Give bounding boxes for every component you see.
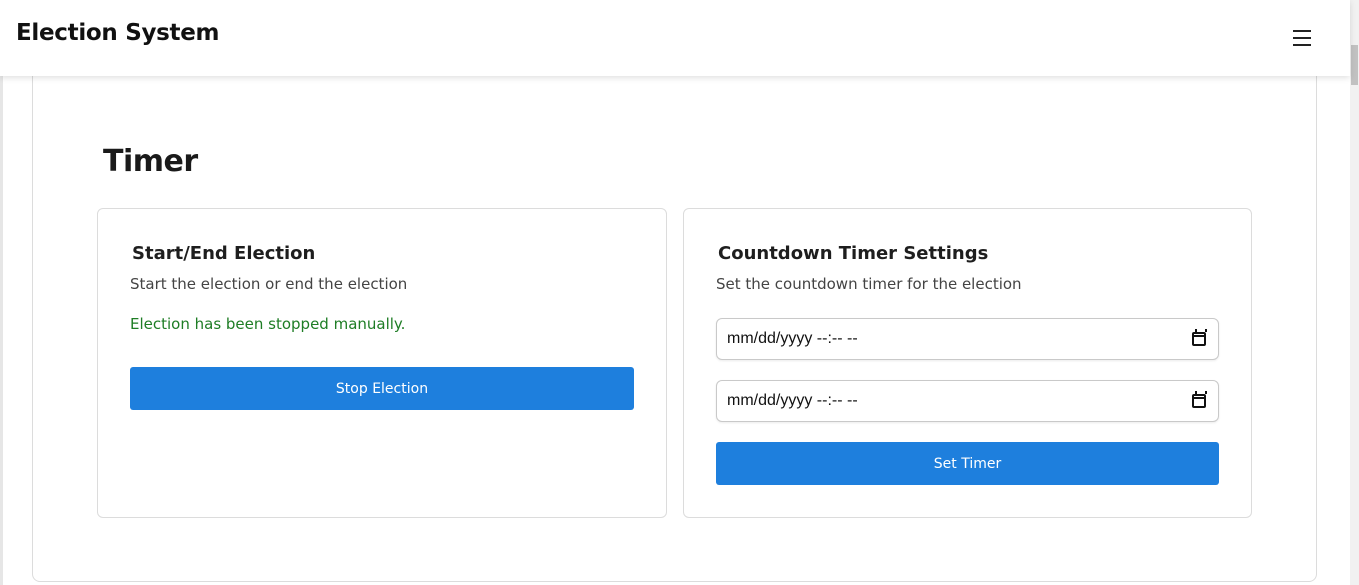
page-title: Timer [103,144,198,179]
start-end-election-card: Start/End Election Start the election or… [97,208,667,518]
countdown-description: Set the countdown timer for the election [716,275,1022,293]
calendar-icon[interactable] [1192,329,1207,346]
stop-election-button[interactable]: Stop Election [130,367,634,410]
start-datetime-input[interactable]: mm/dd/yyyy --:-- -- [716,318,1219,360]
scrollbar-thumb[interactable] [1351,45,1358,85]
set-timer-button[interactable]: Set Timer [716,442,1219,485]
start-datetime-placeholder: mm/dd/yyyy --:-- -- [727,330,858,347]
app-header: Election System [0,0,1350,76]
start-end-description: Start the election or end the election [130,275,408,293]
countdown-title: Countdown Timer Settings [718,243,989,264]
end-datetime-placeholder: mm/dd/yyyy --:-- -- [727,392,858,409]
election-status-message: Election has been stopped manually. [130,315,406,333]
end-datetime-input[interactable]: mm/dd/yyyy --:-- -- [716,380,1219,422]
calendar-icon[interactable] [1192,391,1207,408]
app-title: Election System [16,20,220,46]
start-end-title: Start/End Election [132,243,316,264]
countdown-timer-card: Countdown Timer Settings Set the countdo… [683,208,1252,518]
page-left-edge [0,0,3,585]
menu-button[interactable] [1288,24,1316,52]
page-scrollbar[interactable] [1350,0,1359,585]
hamburger-menu-icon [1293,28,1311,46]
